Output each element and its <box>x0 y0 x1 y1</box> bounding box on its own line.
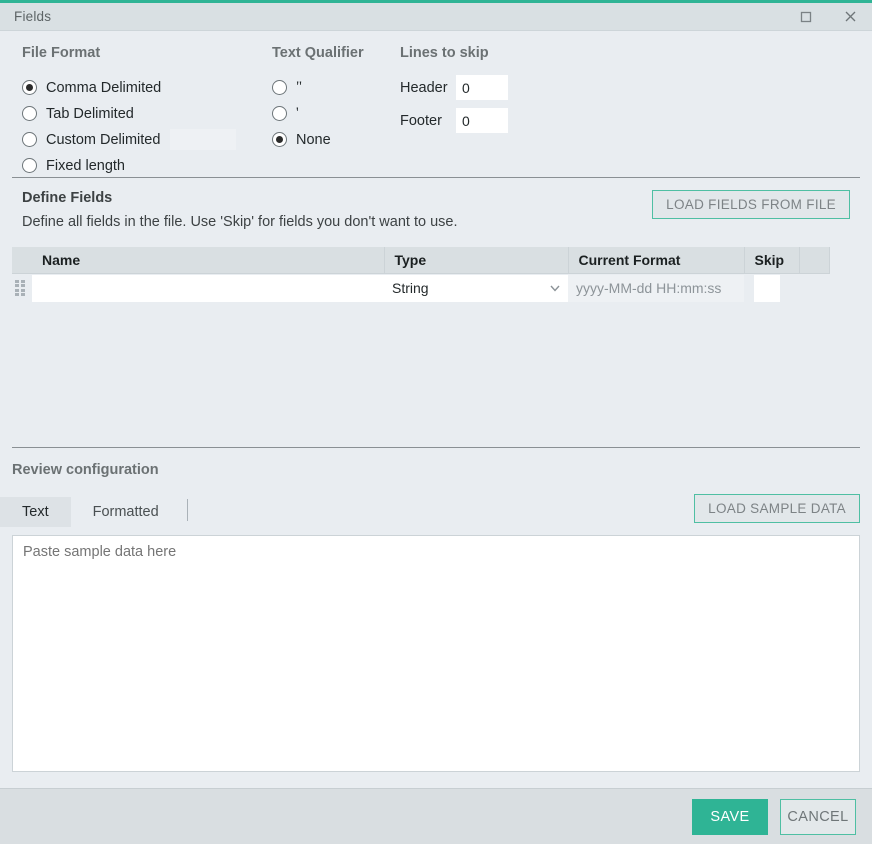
footer-skip-label: Footer <box>400 113 456 129</box>
define-fields-title: Define Fields <box>22 190 457 206</box>
tab-text[interactable]: Text <box>0 497 71 527</box>
review-tabs: Text Formatted <box>0 497 188 527</box>
review-configuration-section: Review configuration Text Formatted LOAD… <box>0 448 872 788</box>
field-current-format-input[interactable]: yyyy-MM-dd HH:mm:ss <box>568 275 744 302</box>
field-skip-checkbox[interactable] <box>754 275 780 302</box>
maximize-button[interactable] <box>784 3 828 31</box>
row-current-format-cell: yyyy-MM-dd HH:mm:ss <box>568 273 744 303</box>
radio-tab-delimited-label: Tab Delimited <box>46 106 134 122</box>
text-qualifier-group: Text Qualifier " ' None <box>272 45 400 173</box>
column-header-type[interactable]: Type <box>384 247 568 273</box>
fields-table-header-row: Name Type Current Format Skip <box>12 247 829 273</box>
row-spacer-cell <box>799 273 829 303</box>
field-name-input[interactable] <box>32 275 384 302</box>
radio-custom-delimited-label: Custom Delimited <box>46 132 160 148</box>
header-skip-label: Header <box>400 80 456 96</box>
drag-handle-icon[interactable] <box>15 280 29 297</box>
define-fields-text-block: Define Fields Define all fields in the f… <box>22 190 457 230</box>
radio-qualifier-none-label: None <box>296 132 331 148</box>
radio-fixed-length[interactable]: Fixed length <box>22 153 272 178</box>
column-header-current-format[interactable]: Current Format <box>568 247 744 273</box>
chevron-down-icon <box>548 281 562 295</box>
window-controls <box>784 3 872 30</box>
maximize-icon <box>800 11 812 23</box>
row-type-cell: String <box>384 273 568 303</box>
save-button[interactable]: SAVE <box>692 799 768 835</box>
radio-fixed-length-control[interactable] <box>22 158 37 173</box>
define-fields-description: Define all fields in the file. Use 'Skip… <box>22 214 457 230</box>
load-fields-from-file-button[interactable]: LOAD FIELDS FROM FILE <box>652 190 850 219</box>
header-skip-input[interactable] <box>456 75 508 100</box>
radio-qualifier-none[interactable]: None <box>272 127 400 152</box>
fields-table-wrap: Name Type Current Format Skip <box>0 247 872 303</box>
fields-dialog: Fields File Format Comma Del <box>0 0 872 844</box>
lines-to-skip-title: Lines to skip <box>400 45 600 61</box>
file-format-group: File Format Comma Delimited Tab Delimite… <box>22 45 272 173</box>
options-section: File Format Comma Delimited Tab Delimite… <box>0 31 872 173</box>
define-fields-header: Define Fields Define all fields in the f… <box>22 190 850 230</box>
radio-qualifier-doublequote[interactable]: " <box>272 75 400 100</box>
field-type-select[interactable]: String <box>384 275 568 302</box>
sample-data-textarea[interactable] <box>12 535 860 772</box>
radio-tab-delimited[interactable]: Tab Delimited <box>22 101 272 126</box>
load-sample-data-button[interactable]: LOAD SAMPLE DATA <box>694 494 860 523</box>
radio-comma-delimited-control[interactable] <box>22 80 37 95</box>
window-title: Fields <box>14 9 51 24</box>
radio-qualifier-none-control[interactable] <box>272 132 287 147</box>
file-format-title: File Format <box>22 45 272 61</box>
radio-custom-delimited-control[interactable] <box>22 132 37 147</box>
sample-data-wrap <box>12 535 860 788</box>
dialog-footer: SAVE CANCEL <box>0 788 872 844</box>
fields-table-empty-space <box>0 303 872 443</box>
review-configuration-title: Review configuration <box>0 448 872 478</box>
custom-delimiter-input[interactable] <box>170 129 236 150</box>
field-type-value: String <box>392 280 548 296</box>
fields-table-head: Name Type Current Format Skip <box>12 247 829 273</box>
column-header-spacer <box>799 247 829 273</box>
cancel-button[interactable]: CANCEL <box>780 799 856 835</box>
tab-separator <box>187 499 188 521</box>
fields-table-body: String yyyy-MM-dd HH:mm:ss <box>12 273 829 303</box>
radio-qualifier-doublequote-label: " <box>296 79 302 96</box>
column-header-grip <box>12 247 32 273</box>
row-drag-handle-cell[interactable] <box>12 273 32 303</box>
radio-tab-delimited-control[interactable] <box>22 106 37 121</box>
radio-qualifier-singlequote[interactable]: ' <box>272 101 400 126</box>
radio-comma-delimited-label: Comma Delimited <box>46 80 161 96</box>
radio-comma-delimited[interactable]: Comma Delimited <box>22 75 272 100</box>
text-qualifier-title: Text Qualifier <box>272 45 400 61</box>
tab-formatted[interactable]: Formatted <box>71 497 181 527</box>
field-current-format-placeholder: yyyy-MM-dd HH:mm:ss <box>576 280 721 296</box>
review-tabs-row: Text Formatted LOAD SAMPLE DATA <box>0 478 872 527</box>
radio-custom-delimited[interactable]: Custom Delimited <box>22 127 272 152</box>
define-fields-section: Define Fields Define all fields in the f… <box>0 178 872 230</box>
row-skip-cell <box>744 273 799 303</box>
radio-qualifier-singlequote-control[interactable] <box>272 106 287 121</box>
footer-skip-row: Footer <box>400 108 600 133</box>
radio-qualifier-doublequote-control[interactable] <box>272 80 287 95</box>
lines-to-skip-group: Lines to skip Header Footer <box>400 45 600 173</box>
header-skip-row: Header <box>400 75 600 100</box>
radio-fixed-length-label: Fixed length <box>46 158 125 174</box>
column-header-name[interactable]: Name <box>32 247 384 273</box>
radio-qualifier-singlequote-label: ' <box>296 105 299 122</box>
footer-skip-input[interactable] <box>456 108 508 133</box>
fields-table: Name Type Current Format Skip <box>12 247 830 303</box>
column-header-skip[interactable]: Skip <box>744 247 799 273</box>
row-name-cell <box>32 273 384 303</box>
table-row: String yyyy-MM-dd HH:mm:ss <box>12 273 829 303</box>
title-bar: Fields <box>0 3 872 31</box>
close-icon <box>844 10 857 23</box>
dialog-content: File Format Comma Delimited Tab Delimite… <box>0 31 872 788</box>
close-button[interactable] <box>828 3 872 31</box>
